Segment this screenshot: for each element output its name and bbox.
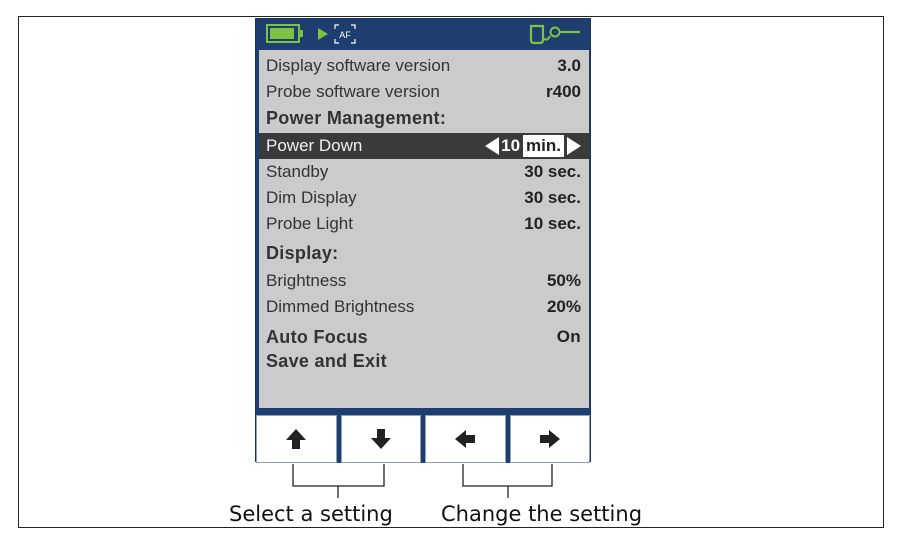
annotation-brackets — [292, 464, 553, 498]
change-setting-caption: Change the setting — [441, 502, 643, 526]
select-setting-caption: Select a setting — [229, 502, 393, 526]
change-bracket — [462, 464, 553, 498]
select-bracket — [292, 464, 385, 498]
